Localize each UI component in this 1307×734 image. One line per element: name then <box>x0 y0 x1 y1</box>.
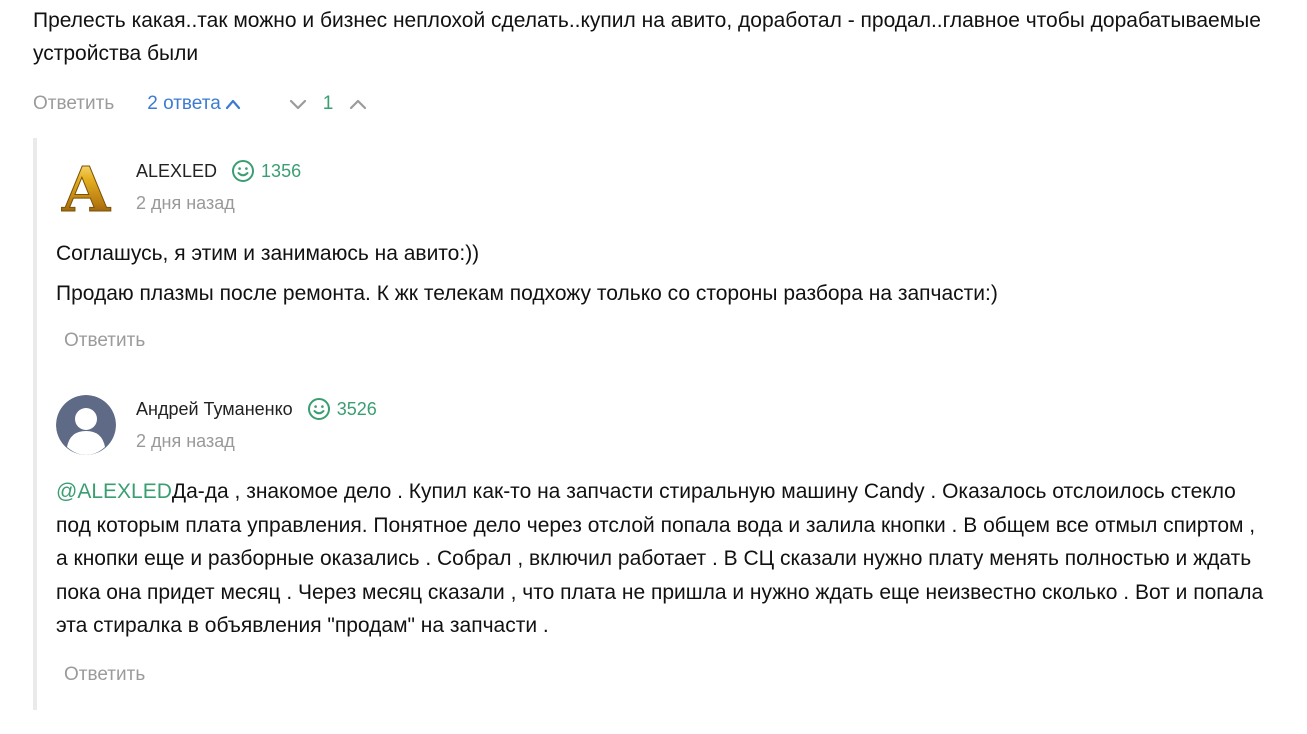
karma-value: 1356 <box>261 160 302 181</box>
comment-text: Да-да , знакомое дело . Купил как-то на … <box>56 480 1264 637</box>
parent-reply-button[interactable]: Ответить <box>33 93 114 115</box>
comment-time: 2 дня назад <box>136 193 235 213</box>
downvote-button[interactable] <box>287 93 309 115</box>
comment-body: @ALEXLEDДа-да , знакомое дело . Купил ка… <box>56 475 1266 643</box>
smile-karma-icon <box>307 398 330 420</box>
thread-line <box>33 138 37 710</box>
chevron-up-icon <box>350 99 367 110</box>
comment-line: Продаю плазмы после ремонта. К жк телека… <box>56 281 998 305</box>
parent-comment-text: Прелесть какая..так можно и бизнес непло… <box>33 9 1261 65</box>
reply-comment: Андрей Туманенко 3526 2 дня назад @ALEXL… <box>56 393 1276 703</box>
comment-time: 2 дня назад <box>136 431 235 451</box>
smile-karma-icon <box>232 160 255 182</box>
comment-line: Соглашусь, я этим и занимаюсь на авито:)… <box>56 242 480 265</box>
chevron-down-icon <box>289 99 306 110</box>
author-name[interactable]: ALEXLED <box>136 161 217 182</box>
comment-body: Соглашусь, я этим и занимаюсь на авито:)… <box>56 237 1266 310</box>
user-mention-link[interactable]: @ALEXLED <box>56 480 172 503</box>
parent-comment-actions: Ответить 2 ответа 1 <box>33 91 369 117</box>
author-name[interactable]: Андрей Туманенко <box>136 399 293 420</box>
karma-value: 3526 <box>336 398 377 419</box>
vote-controls: 1 <box>287 93 370 115</box>
replies-toggle-label: 2 ответа <box>147 93 221 114</box>
avatar[interactable]: A <box>56 155 116 215</box>
reply-button[interactable]: Ответить <box>64 664 145 686</box>
author-row: ALEXLED 1356 <box>136 159 301 183</box>
reply-comment: A ALEXLED 1356 2 дня назад Соглашусь, я … <box>56 155 1276 365</box>
chevron-up-icon <box>225 99 240 110</box>
svg-text:A: A <box>61 155 111 215</box>
karma-badge: 3526 <box>307 397 377 421</box>
upvote-button[interactable] <box>347 93 369 115</box>
author-row: Андрей Туманенко 3526 <box>136 397 377 421</box>
avatar[interactable] <box>56 395 116 455</box>
replies-toggle-button[interactable]: 2 ответа <box>147 93 241 115</box>
comment-score: 1 <box>322 93 334 114</box>
karma-badge: 1356 <box>231 159 301 183</box>
reply-button[interactable]: Ответить <box>64 330 145 352</box>
